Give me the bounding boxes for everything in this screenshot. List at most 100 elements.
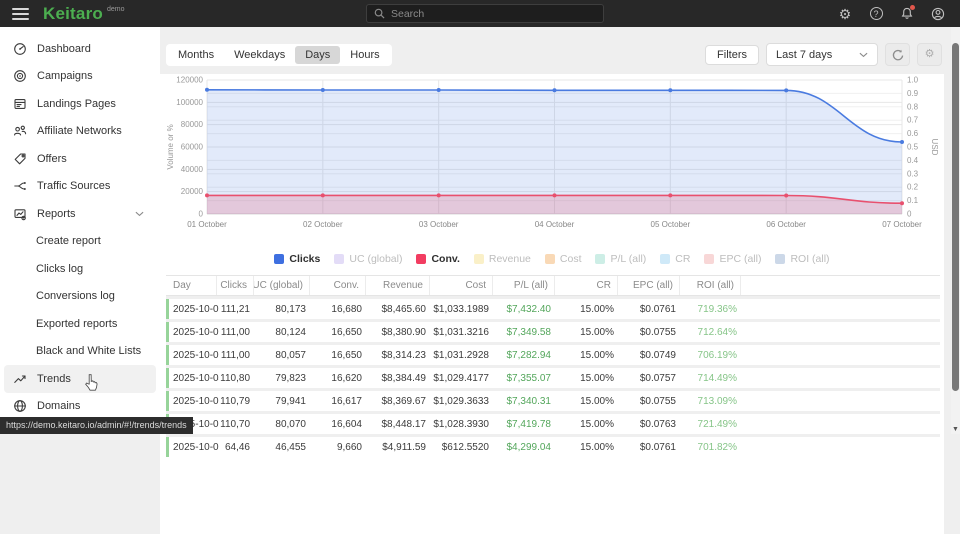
table-cell: 16,617: [312, 391, 368, 411]
legend-item-epc-all[interactable]: EPC (all): [704, 253, 761, 265]
tab-weekdays[interactable]: Weekdays: [224, 46, 295, 64]
table-cell: 9,660: [312, 437, 368, 457]
table-row: 2025-10-06110,7080,07016,604$8,448.17$1,…: [166, 414, 940, 434]
table-cell: 15.00%: [557, 437, 620, 457]
search-input[interactable]: [391, 8, 596, 20]
table-cell: 80,173: [256, 299, 312, 319]
column-header-p-l-all[interactable]: P/L (all): [492, 276, 554, 295]
table-cell: $7,355.07: [495, 368, 557, 388]
svg-text:0: 0: [199, 210, 204, 219]
table-cell: 110,80: [219, 368, 256, 388]
table-cell: 2025-10-01: [169, 299, 219, 319]
sidebar-item-landings-pages[interactable]: Landings Pages: [0, 90, 160, 118]
sidebar-item-reports[interactable]: Reports: [0, 200, 160, 228]
campaigns-icon: [13, 69, 27, 83]
table-cell: 111,00: [219, 345, 256, 365]
dashboard-icon: [13, 42, 27, 56]
table-cell: 111,21: [219, 299, 256, 319]
chart-settings-button[interactable]: ⚙: [917, 43, 942, 66]
sidebar-item-label: Domains: [37, 400, 80, 412]
column-header-cost[interactable]: Cost: [429, 276, 492, 295]
trends-chart: 02000040000600008000010000012000000.10.2…: [162, 74, 944, 249]
table-cell: $0.0757: [620, 368, 682, 388]
column-header-roi-all[interactable]: ROI (all): [679, 276, 740, 295]
column-header-day[interactable]: Day: [166, 276, 216, 295]
table-cell: 15.00%: [557, 368, 620, 388]
legend-label: CR: [675, 253, 690, 265]
legend-swatch: [595, 254, 605, 264]
chart-legend: Clicks UC (global) Conv. Revenue Cost P/L (al…: [160, 251, 944, 267]
sidebar-item-affiliate-networks[interactable]: Affiliate Networks: [0, 118, 160, 146]
legend-item-revenue[interactable]: Revenue: [474, 253, 531, 265]
legend-item-roi-all[interactable]: ROI (all): [775, 253, 829, 265]
table-cell: $8,465.60: [368, 299, 432, 319]
svg-text:USD: USD: [930, 139, 939, 156]
svg-text:04 October: 04 October: [535, 220, 575, 229]
table-cell: $7,349.58: [495, 322, 557, 342]
table-cell: $1,033.1989: [432, 299, 495, 319]
legend-item-clicks[interactable]: Clicks: [274, 253, 320, 265]
sidebar-item-exported-reports[interactable]: Exported reports: [0, 310, 160, 338]
reports-icon: [13, 207, 27, 221]
tab-months[interactable]: Months: [168, 46, 224, 64]
table-cell: 16,620: [312, 368, 368, 388]
sidebar-item-label: Affiliate Networks: [37, 125, 122, 137]
table-cell: 110,70: [219, 414, 256, 434]
sidebar-item-campaigns[interactable]: Campaigns: [0, 63, 160, 91]
profile-icon[interactable]: [930, 6, 946, 22]
table-cell: $0.0763: [620, 414, 682, 434]
table-row: 2025-10-02111,0080,12416,650$8,380.90$1,…: [166, 322, 940, 342]
filters-button[interactable]: Filters: [705, 45, 759, 65]
offers-icon: [13, 152, 27, 166]
settings-gear-icon[interactable]: ⚙: [837, 6, 853, 22]
tab-hours[interactable]: Hours: [340, 46, 389, 64]
refresh-button[interactable]: [885, 43, 910, 66]
legend-swatch: [334, 254, 344, 264]
column-header-clicks[interactable]: Clicks: [216, 276, 253, 295]
table-cell: 701.82%: [682, 437, 743, 457]
refresh-icon: [892, 49, 904, 61]
sidebar-item-clicks-log[interactable]: Clicks log: [0, 255, 160, 283]
sidebar-item-label: Campaigns: [37, 70, 93, 82]
svg-text:120000: 120000: [176, 76, 203, 85]
svg-text:100000: 100000: [176, 98, 203, 107]
svg-text:05 October: 05 October: [651, 220, 691, 229]
column-header-uc-global[interactable]: UC (global): [253, 276, 309, 295]
global-search[interactable]: [366, 4, 604, 23]
sidebar-item-domains[interactable]: Domains: [0, 393, 160, 421]
scrollbar-down-arrow[interactable]: ▼: [951, 426, 960, 433]
sidebar-item-dashboard[interactable]: Dashboard: [0, 35, 160, 63]
column-header-conv[interactable]: Conv.: [309, 276, 365, 295]
table-cell: $8,369.67: [368, 391, 432, 411]
column-header-cr[interactable]: CR: [554, 276, 617, 295]
notifications-bell-icon[interactable]: [899, 6, 915, 22]
affiliate-networks-icon: [13, 124, 27, 138]
menu-icon[interactable]: [12, 5, 29, 23]
column-header-epc-all[interactable]: EPC (all): [617, 276, 679, 295]
page-scrollbar[interactable]: ▼: [951, 27, 960, 434]
sidebar-item-traffic-sources[interactable]: Traffic Sources: [0, 173, 160, 201]
scrollbar-thumb[interactable]: [952, 43, 959, 391]
table-cell: $8,380.90: [368, 322, 432, 342]
table-cell-filler: [743, 414, 940, 434]
sidebar-item-conversions-log[interactable]: Conversions log: [0, 283, 160, 311]
sidebar-item-trends[interactable]: Trends: [4, 365, 156, 393]
column-header-revenue[interactable]: Revenue: [365, 276, 429, 295]
sidebar-item-create-report[interactable]: Create report: [0, 228, 160, 256]
table-cell: 2025-10-02: [169, 322, 219, 342]
keitaro-logo[interactable]: Keitaro: [43, 4, 103, 24]
table-cell: 79,941: [256, 391, 312, 411]
date-range-select[interactable]: Last 7 days: [766, 43, 878, 66]
help-icon[interactable]: ?: [868, 6, 884, 22]
svg-text:0.6: 0.6: [907, 129, 919, 138]
tab-days[interactable]: Days: [295, 46, 340, 64]
legend-item-cr[interactable]: CR: [660, 253, 690, 265]
legend-item-p-l-all[interactable]: P/L (all): [595, 253, 646, 265]
sidebar-item-black-white-lists[interactable]: Black and White Lists: [0, 338, 160, 366]
svg-text:0.4: 0.4: [907, 156, 919, 165]
controls-row: Months Weekdays Days Hours Filters Last …: [166, 43, 942, 66]
sidebar-item-offers[interactable]: Offers: [0, 145, 160, 173]
legend-item-uc-global[interactable]: UC (global): [334, 253, 402, 265]
legend-item-conv[interactable]: Conv.: [416, 253, 459, 265]
legend-item-cost[interactable]: Cost: [545, 253, 582, 265]
